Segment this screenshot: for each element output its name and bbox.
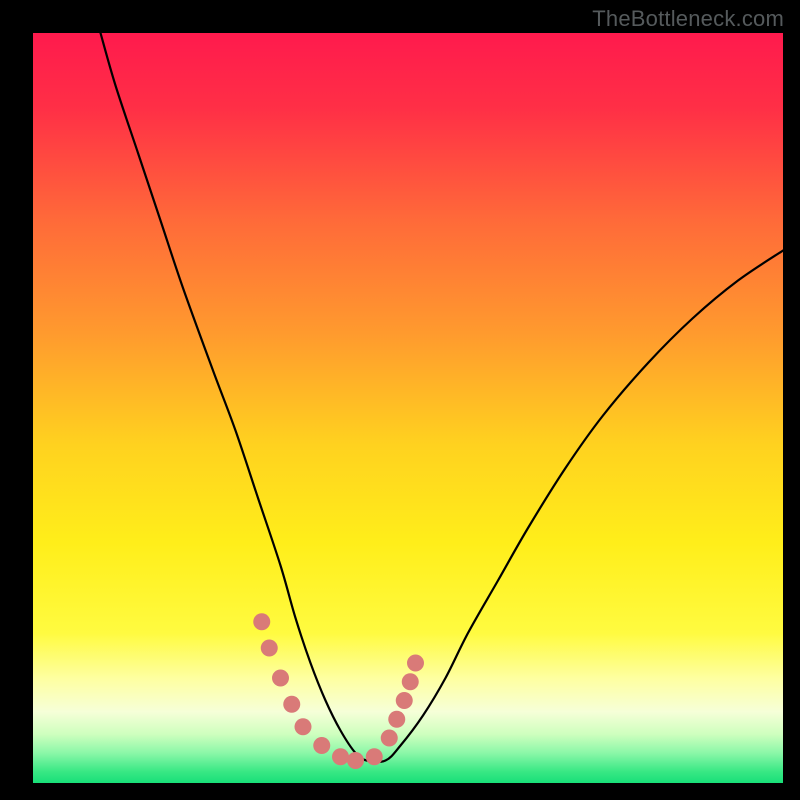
plot-area <box>33 33 783 783</box>
highlight-dot <box>388 711 405 728</box>
watermark-text: TheBottleneck.com <box>592 6 784 32</box>
chart-svg <box>33 33 783 783</box>
bottleneck-curve <box>101 33 784 762</box>
highlight-dot <box>313 737 330 754</box>
highlight-dots-group <box>253 613 424 769</box>
highlight-dot <box>396 692 413 709</box>
highlight-dot <box>283 696 300 713</box>
highlight-dot <box>381 730 398 747</box>
highlight-dot <box>261 640 278 657</box>
highlight-dot <box>366 748 383 765</box>
highlight-dot <box>253 613 270 630</box>
highlight-dot <box>272 670 289 687</box>
highlight-dot <box>332 748 349 765</box>
highlight-dot <box>295 718 312 735</box>
outer-frame: TheBottleneck.com <box>0 0 800 800</box>
highlight-dot <box>402 673 419 690</box>
highlight-dot <box>407 655 424 672</box>
highlight-dot <box>347 752 364 769</box>
